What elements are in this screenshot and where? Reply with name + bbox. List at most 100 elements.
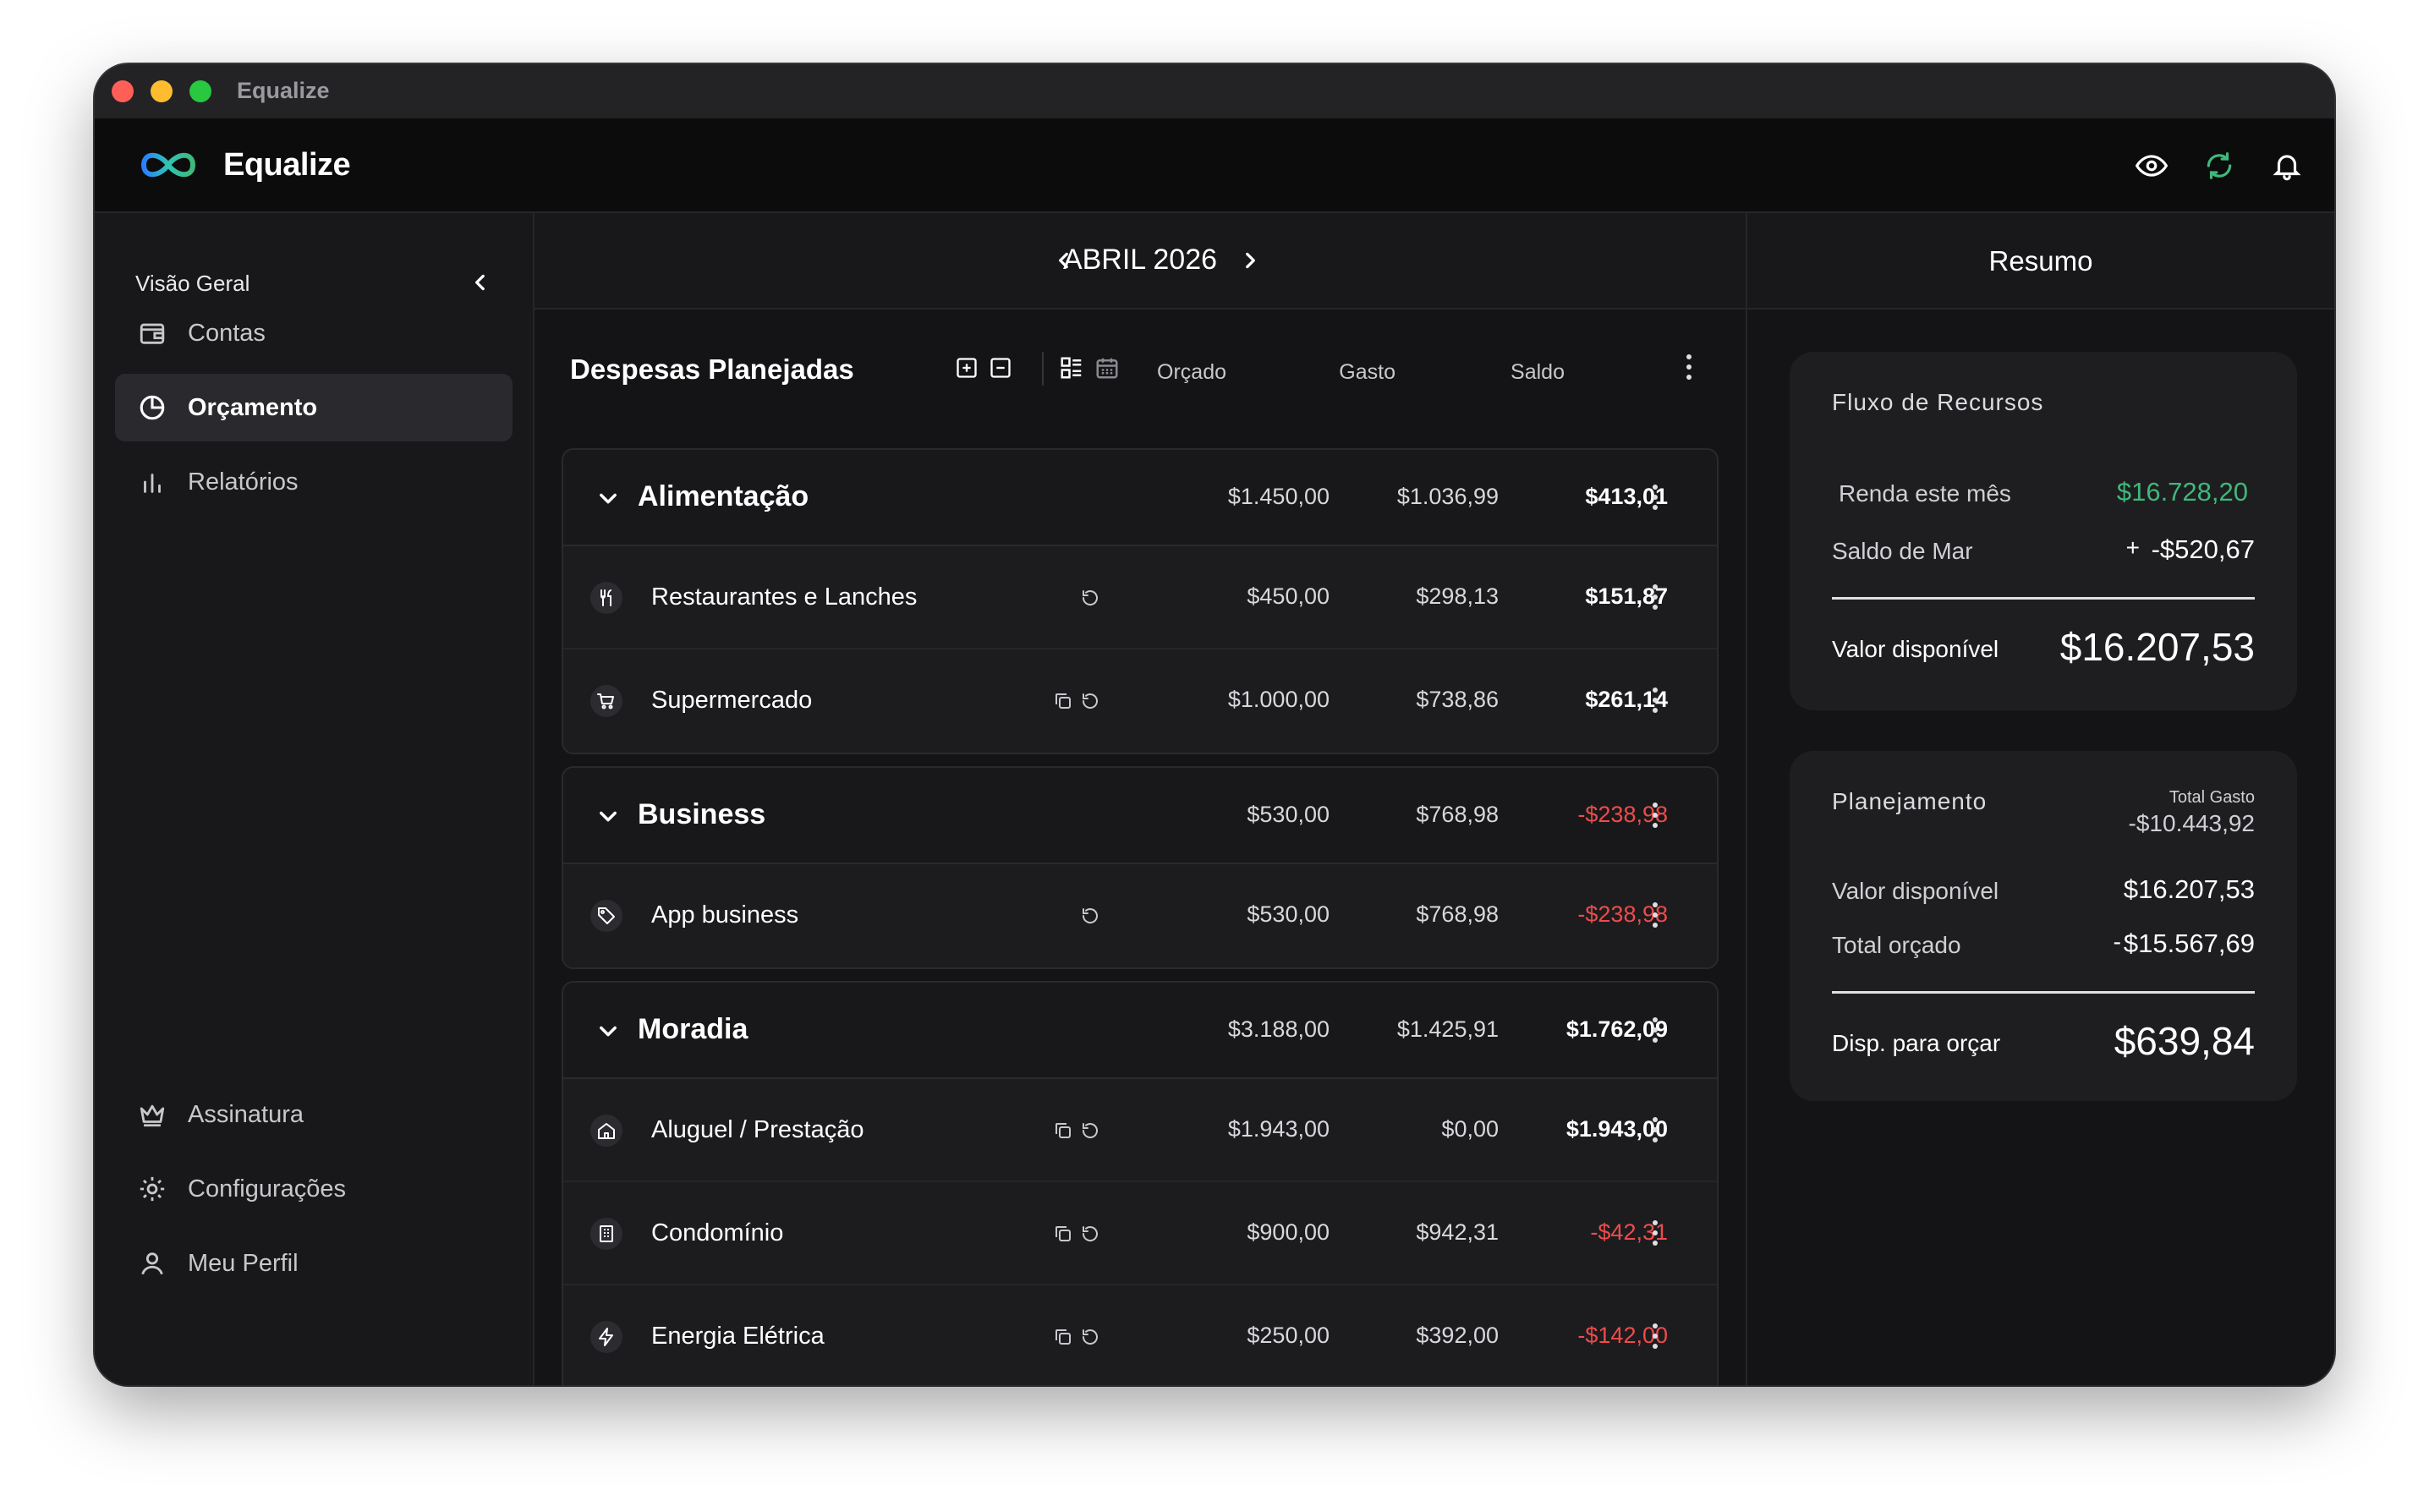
available-value: $16.207,53 [2059,625,2255,669]
planning-card: Planejamento Total Gasto -$10.443,92 Val… [1790,751,2297,1101]
group-options-button[interactable] [1642,797,1668,834]
copy-icon[interactable] [1050,1118,1076,1143]
header-divider [1042,352,1044,386]
group-options-button[interactable] [1642,479,1668,516]
sidebar-item-meu-perfil[interactable]: Meu Perfil [115,1230,513,1297]
item-spent: $738,86 [1416,687,1499,712]
copy-icon[interactable] [1050,1324,1076,1350]
income-value: $16.728,20 [2116,477,2248,507]
item-spent: $0,00 [1441,1116,1499,1142]
planning-available-label: Valor disponível [1832,878,1999,904]
chevron-down-icon[interactable] [594,484,622,512]
chevron-down-icon[interactable] [594,1016,622,1045]
sidebar-item-configuracoes[interactable]: Configurações [115,1155,513,1223]
cart-icon [590,685,622,717]
item-options-button[interactable] [1642,1111,1668,1148]
building-icon [590,1218,622,1250]
card-title: Planejamento [1832,788,1988,814]
copy-icon[interactable] [1050,1221,1076,1246]
group-budgeted: $3.188,00 [1227,1016,1330,1042]
summary-divider [1832,991,2255,994]
recurring-icon[interactable] [1077,585,1103,611]
zoom-window-button[interactable] [189,80,211,102]
sidebar-item-assinatura[interactable]: Assinatura [115,1081,513,1148]
item-options-button[interactable] [1642,682,1668,719]
next-month-button[interactable] [1231,242,1269,279]
group-header-row[interactable]: Alimentação $1.450,00 $1.036,99 $413,01 [563,450,1717,546]
collapse-all-button[interactable] [986,353,1015,382]
copy-icon[interactable] [1050,688,1076,714]
sidebar: Visão Geral Contas Orçamento Relatórios [95,213,535,1385]
month-label: ABRIL 2026 [1062,244,1218,276]
month-selector: ABRIL 2026 [535,213,1746,310]
chevron-down-icon[interactable] [594,802,622,830]
group-header-row[interactable]: Moradia $3.188,00 $1.425,91 $1.762,09 [563,983,1717,1079]
sidebar-item-contas[interactable]: Contas [115,299,513,367]
expand-all-button[interactable] [952,353,981,382]
column-header-spent: Gasto [1339,360,1395,384]
recurring-icon[interactable] [1077,1118,1103,1143]
eye-icon[interactable] [2133,147,2170,184]
collapse-sidebar-button[interactable] [463,266,497,299]
group-options-button[interactable] [1642,1011,1668,1049]
group-name: Moradia [638,1013,748,1045]
refresh-icon[interactable] [2201,147,2238,184]
table-row[interactable]: Energia Elétrica $250,00 $392,00 -$142,0… [563,1285,1717,1385]
group-name: Business [638,798,766,830]
total-spent-label: Total Gasto [2169,788,2255,807]
category-group-business: Business $530,00 $768,98 -$238,98 App bu… [562,766,1719,969]
item-name: Restaurantes e Lanches [651,583,918,611]
item-options-button[interactable] [1642,896,1668,934]
total-budgeted-value: $15.567,69 [2123,929,2255,958]
sidebar-item-label: Contas [188,319,266,347]
recurring-icon[interactable] [1077,1221,1103,1246]
crown-icon [135,1098,169,1131]
summary-title: Resumo [1988,245,2093,277]
table-row[interactable]: Supermercado $1.000,00 $738,86 $261,14 [563,649,1717,753]
equalize-logo-icon [140,152,196,178]
utensils-icon [590,582,622,614]
item-budgeted[interactable]: $530,00 [1160,901,1330,928]
previous-balance-value: -$520,67 [2151,534,2255,564]
item-options-button[interactable] [1642,1318,1668,1355]
bar-chart-icon [135,465,169,499]
group-budgeted: $530,00 [1247,802,1330,827]
sidebar-item-label: Meu Perfil [188,1249,299,1277]
minimize-window-button[interactable] [151,80,173,102]
list-options-button[interactable] [1676,348,1702,386]
plus-square-icon [957,358,977,378]
recurring-icon[interactable] [1077,1324,1103,1350]
item-spent: $392,00 [1416,1323,1499,1348]
table-row[interactable]: Aluguel / Prestação $1.943,00 $0,00 $1.9… [563,1079,1717,1182]
item-options-button[interactable] [1642,1214,1668,1252]
group-header-row[interactable]: Business $530,00 $768,98 -$238,98 [563,768,1717,864]
recurring-icon[interactable] [1077,903,1103,929]
item-budgeted[interactable]: $900,00 [1160,1219,1330,1246]
sidebar-item-label: Assinatura [188,1100,304,1128]
item-name: Energia Elétrica [651,1323,825,1350]
bolt-icon [590,1321,622,1353]
close-window-button[interactable] [112,80,134,102]
table-row[interactable]: App business $530,00 $768,98 -$238,98 [563,864,1717,967]
budget-panel: ABRIL 2026 Despesas Planejadas Orçado Ga… [535,213,1746,1385]
sidebar-item-relatorios[interactable]: Relatórios [115,448,513,516]
sidebar-item-orcamento[interactable]: Orçamento [115,374,513,441]
bell-icon[interactable] [2268,147,2306,184]
item-budgeted[interactable]: $1.943,00 [1160,1116,1330,1142]
item-budgeted[interactable]: $250,00 [1160,1323,1330,1349]
previous-balance-label: Saldo de Mar [1832,538,1973,564]
item-name: Condomínio [651,1219,784,1246]
tag-icon [590,900,622,932]
item-budgeted[interactable]: $450,00 [1160,583,1330,610]
remaining-value: $639,84 [2114,1019,2255,1063]
group-budgeted: $1.450,00 [1227,484,1330,509]
recurring-icon[interactable] [1077,688,1103,714]
app-header: Equalize [95,118,2334,213]
table-row[interactable]: Restaurantes e Lanches $450,00 $298,13 $… [563,546,1717,649]
summary-panel: Resumo Fluxo de Recursos Renda este mês … [1746,213,2334,1385]
table-row[interactable]: Condomínio $900,00 $942,31 -$42,31 [563,1182,1717,1285]
item-options-button[interactable] [1642,578,1668,616]
available-label: Valor disponível [1832,636,1999,662]
total-budgeted-sign: - [2113,929,2121,955]
item-budgeted[interactable]: $1.000,00 [1160,687,1330,713]
